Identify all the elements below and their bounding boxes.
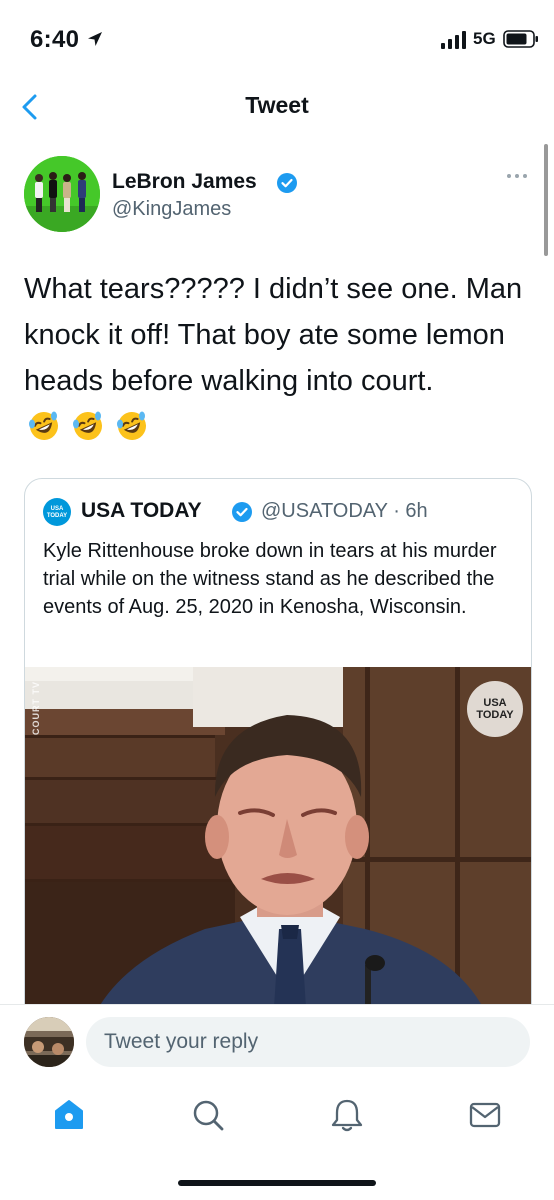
tweet-body: What tears????? I didn’t see one. Man kn… (24, 273, 523, 397)
verified-badge-icon (277, 173, 297, 193)
quoted-tweet-media[interactable]: COURT TV USA TODAY (25, 667, 531, 1037)
quoted-author-handle-time: @USATODAY · 6h (261, 500, 428, 522)
rolling-on-floor-laughing-icon (73, 411, 103, 440)
quoted-tweet-text: Kyle Rittenhouse broke down in tears at … (43, 540, 497, 618)
verified-badge-icon (232, 502, 252, 522)
tweet-author: LeBron James @KingJames (24, 156, 534, 236)
messages-icon[interactable] (468, 1098, 502, 1132)
tab-bar (0, 1080, 554, 1200)
emoji-row (24, 410, 148, 456)
cellular-signal-icon (441, 31, 466, 49)
user-avatar[interactable] (24, 1017, 74, 1067)
quoted-tweet-header: USA TODAY USA TODAY @USATODAY · 6h (43, 497, 523, 527)
back-chevron-icon[interactable] (16, 92, 44, 122)
scroll-indicator (544, 144, 548, 256)
notifications-icon[interactable] (330, 1098, 364, 1132)
media-photo (25, 667, 531, 1037)
nav-bar: Tweet (0, 84, 554, 132)
rolling-on-floor-laughing-icon (117, 411, 147, 440)
user-avatar-image (24, 1017, 74, 1067)
rolling-on-floor-laughing-icon (29, 411, 58, 440)
usa-today-logo: USA TODAY (43, 498, 71, 526)
search-icon[interactable] (191, 1098, 225, 1132)
battery-icon (503, 30, 538, 48)
more-options-icon[interactable] (504, 166, 530, 186)
quoted-tweet-card[interactable]: USA TODAY USA TODAY @USATODAY · 6h Kyle … (24, 478, 532, 1038)
location-arrow-icon (88, 32, 102, 46)
reply-input[interactable]: Tweet your reply (86, 1017, 530, 1067)
reply-bar: Tweet your reply (0, 1004, 554, 1080)
author-avatar[interactable] (24, 156, 100, 232)
media-badge: USA TODAY (467, 681, 523, 737)
status-bar: 6:40 5G (0, 0, 554, 84)
network-type: 5G (473, 29, 496, 48)
home-icon[interactable] (52, 1098, 86, 1132)
home-indicator (178, 1180, 376, 1186)
author-name[interactable]: LeBron James (112, 170, 257, 194)
status-time: 6:40 (30, 26, 80, 53)
author-handle[interactable]: @KingJames (112, 198, 231, 221)
avatar-image (24, 156, 100, 232)
tweet-text: What tears????? I didn’t see one. Man kn… (24, 266, 534, 456)
page-title: Tweet (245, 92, 309, 118)
media-watermark: COURT TV (31, 681, 41, 735)
quoted-author-name: USA TODAY (81, 499, 202, 522)
